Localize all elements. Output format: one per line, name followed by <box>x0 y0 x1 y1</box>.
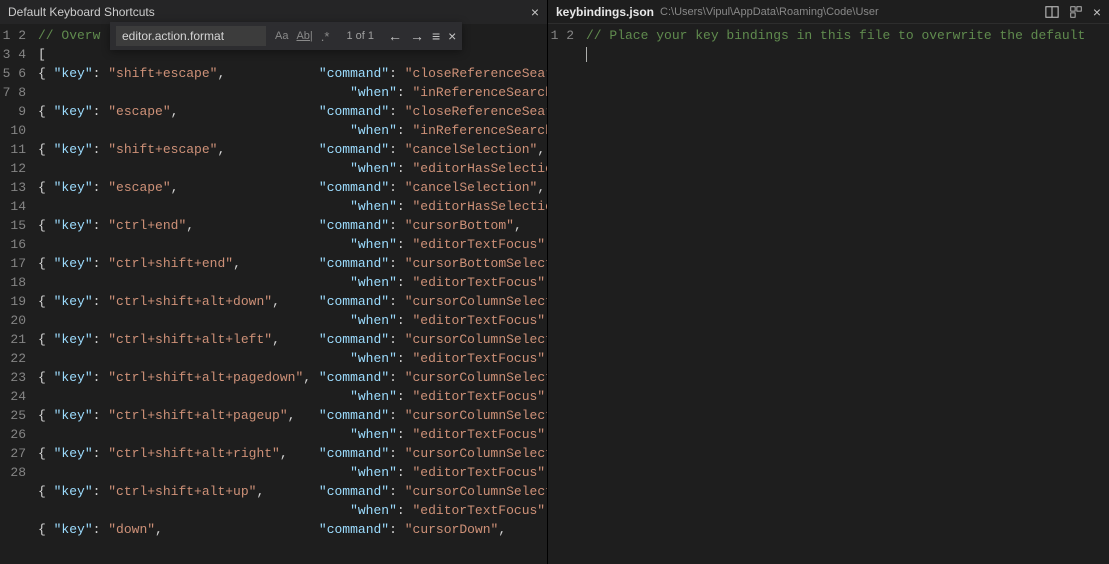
left-gutter: 1 2 3 4 5 6 7 8 9 10 11 12 13 14 15 16 1… <box>0 24 38 564</box>
left-editor[interactable]: 1 2 3 4 5 6 7 8 9 10 11 12 13 14 15 16 1… <box>0 24 547 564</box>
right-editor[interactable]: 1 2 // Place your key bindings in this f… <box>548 24 1109 564</box>
find-selection-icon[interactable]: ≡ <box>432 28 440 44</box>
right-gutter: 1 2 <box>548 24 586 564</box>
close-icon[interactable]: × <box>1093 4 1101 20</box>
find-count: 1 of 1 <box>346 30 374 42</box>
close-icon[interactable]: × <box>531 4 539 20</box>
right-tab-title: keybindings.json C:\Users\Vipul\AppData\… <box>556 5 879 19</box>
left-code[interactable]: // Overw [ { "key": "shift+escape", "com… <box>38 24 547 564</box>
find-prev-icon[interactable]: ← <box>388 28 402 44</box>
match-case-toggle[interactable]: Aa <box>272 29 291 43</box>
right-tab-path: C:\Users\Vipul\AppData\Roaming\Code\User <box>660 6 879 18</box>
more-actions-icon[interactable] <box>1069 5 1083 19</box>
right-code[interactable]: // Place your key bindings in this file … <box>586 24 1109 564</box>
find-widget: Aa Ab| .* 1 of 1 ← → ≡ × <box>110 22 462 50</box>
find-next-icon[interactable]: → <box>410 28 424 44</box>
right-tab-filename: keybindings.json <box>556 5 654 19</box>
find-close-icon[interactable]: × <box>448 28 456 44</box>
find-nav: ← → ≡ × <box>388 28 456 44</box>
split-editor-icon[interactable] <box>1045 5 1059 19</box>
whole-word-toggle[interactable]: Ab| <box>293 29 315 43</box>
right-editor-panel: keybindings.json C:\Users\Vipul\AppData\… <box>548 0 1109 564</box>
find-options: Aa Ab| .* <box>272 28 332 45</box>
find-input[interactable] <box>116 26 266 46</box>
right-tab-bar: keybindings.json C:\Users\Vipul\AppData\… <box>548 0 1109 24</box>
regex-toggle[interactable]: .* <box>318 28 333 45</box>
right-tab-actions: × <box>1045 4 1101 20</box>
left-editor-panel: Default Keyboard Shortcuts × Aa Ab| .* 1… <box>0 0 548 564</box>
left-tab-bar: Default Keyboard Shortcuts × <box>0 0 547 24</box>
left-tab-title: Default Keyboard Shortcuts <box>8 5 155 19</box>
